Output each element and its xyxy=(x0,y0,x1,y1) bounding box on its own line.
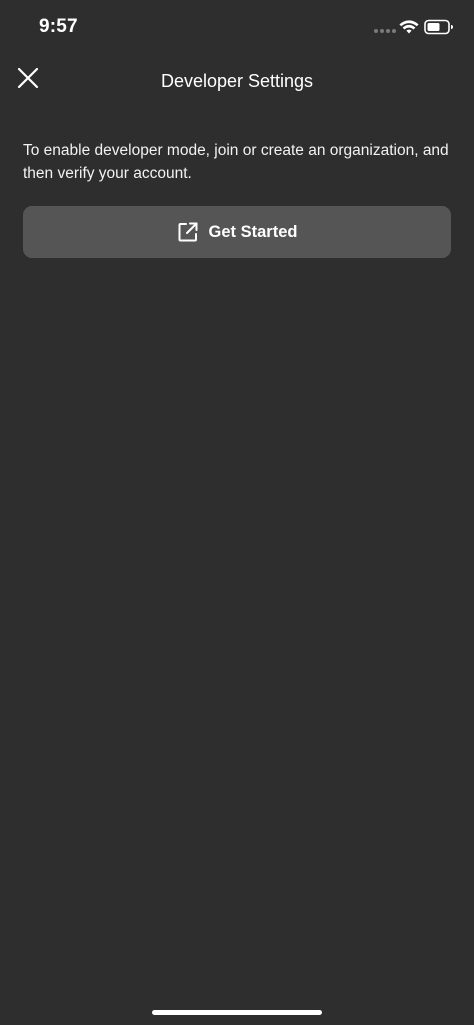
battery-icon xyxy=(424,19,453,35)
home-indicator[interactable] xyxy=(152,1010,322,1015)
page-title: Developer Settings xyxy=(160,71,314,91)
developer-settings-screen: 9:57 Developer Settings To enable develo… xyxy=(0,0,474,1025)
description-text: To enable developer mode, join or create… xyxy=(23,142,449,182)
signal-dots-icon xyxy=(374,29,396,33)
wifi-icon xyxy=(399,20,419,34)
status-time: 9:57 xyxy=(39,16,78,37)
external-link-icon xyxy=(178,222,198,242)
status-bar: 9:57 xyxy=(0,0,474,56)
get-started-button[interactable]: Get Started xyxy=(23,206,451,258)
get-started-label: Get Started xyxy=(208,222,298,241)
